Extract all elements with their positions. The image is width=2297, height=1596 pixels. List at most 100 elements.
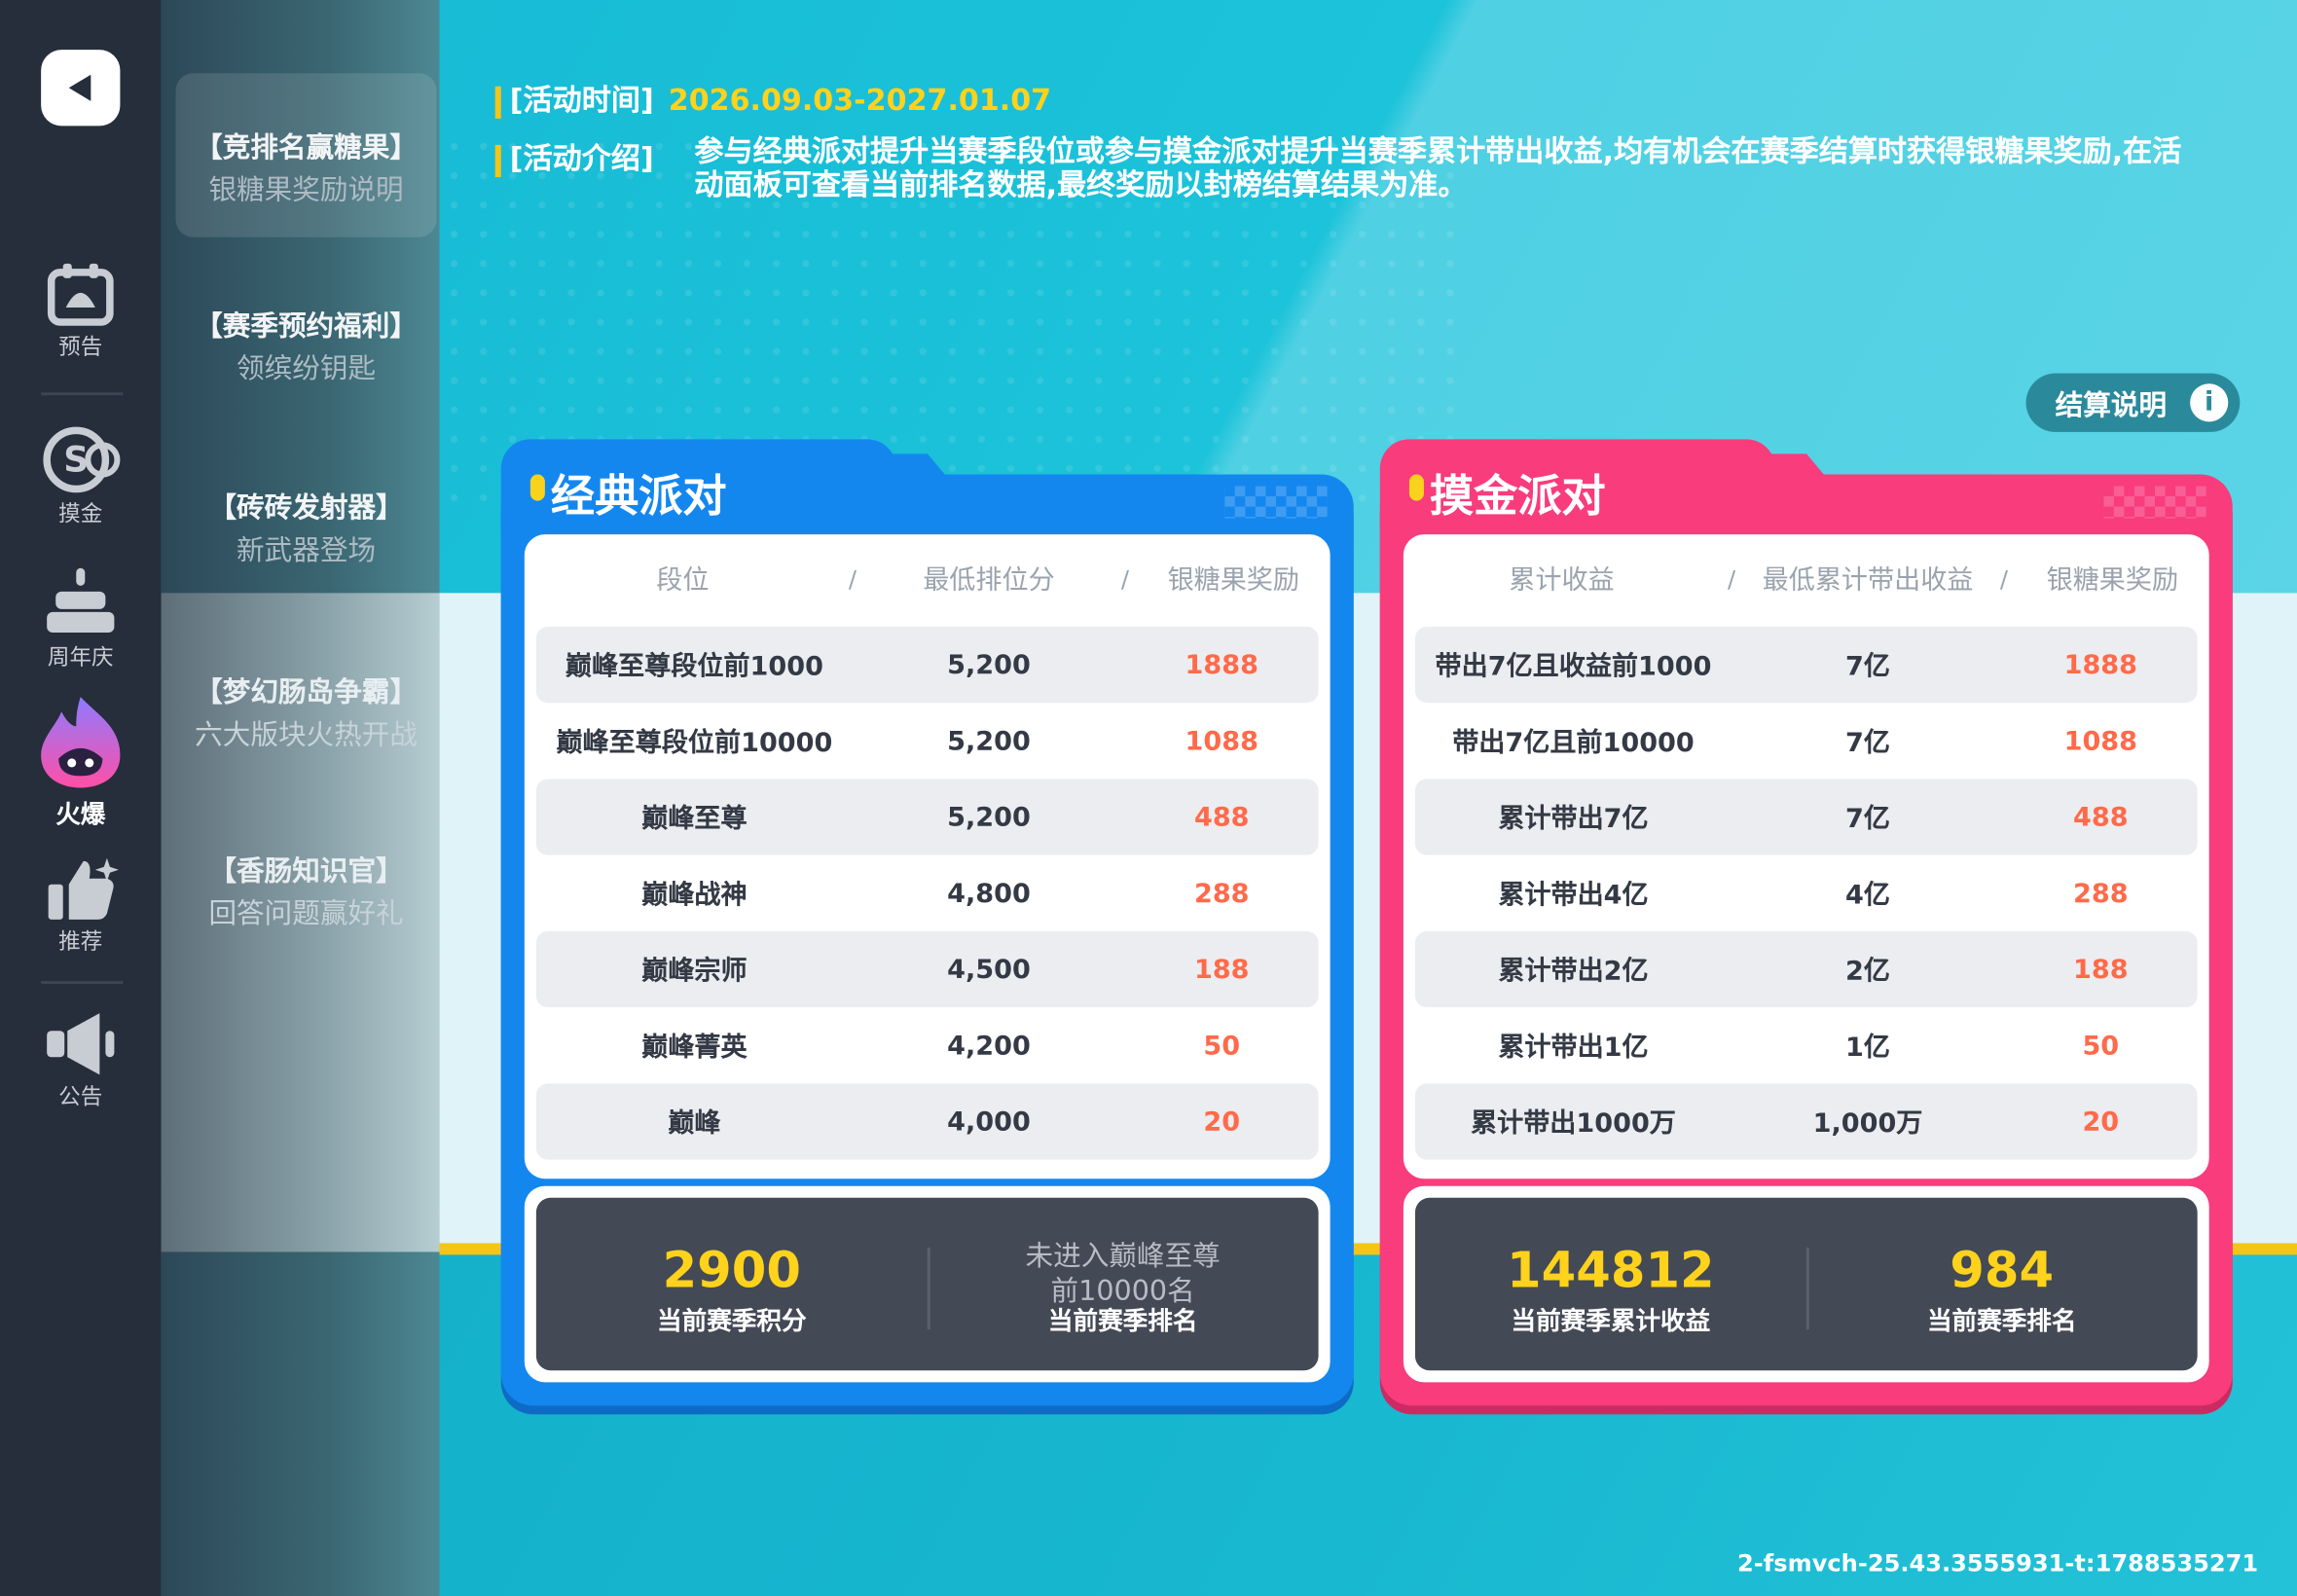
- checker-pattern: [2103, 486, 2206, 519]
- cell-min-earnings: 7亿: [1845, 804, 1890, 835]
- info-accent-bar: [494, 86, 501, 119]
- header-divider: /: [1999, 564, 2009, 593]
- table-row: 巅峰宗师 4,500 188: [535, 930, 1319, 1008]
- current-score: 2900 当前赛季积分: [536, 1198, 928, 1371]
- cell-rank: 巅峰菁英: [641, 1032, 747, 1064]
- nav-item-anniversary[interactable]: 周年庆: [0, 565, 162, 672]
- version-string: 2-fsmvch-25.43.3555931-t:1788535271: [1737, 1548, 2259, 1578]
- nav-label-hot: 火爆: [55, 801, 106, 831]
- table-row: 巅峰菁英 4,200 50: [536, 1007, 1319, 1083]
- header-earnings: 累计收益: [1509, 564, 1615, 597]
- activity-time-value: 2026.09.03-2027.01.07: [668, 82, 1052, 118]
- table-header: 累计收益 / 最低累计带出收益 / 银糖果奖励: [1404, 534, 2209, 622]
- cell-reward: 1088: [2063, 725, 2138, 757]
- back-arrow-icon: [68, 74, 91, 101]
- submenu-item-brick-launcher[interactable]: 【砖砖发射器】 新武器登场: [176, 487, 437, 568]
- nav-label-announcement: 公告: [58, 1083, 103, 1110]
- table-row: 累计带出7亿 7亿 488: [1414, 779, 2198, 855]
- table-header: 段位 / 最低排位分 / 银糖果奖励: [525, 534, 1331, 622]
- current-earnings-label: 当前赛季累计收益: [1511, 1307, 1711, 1337]
- submenu-item-season-reserve[interactable]: 【赛季预约福利】 领缤纷钥匙: [176, 305, 437, 386]
- cell-tier: 累计带出1亿: [1498, 1032, 1649, 1064]
- cell-min-score: 4,500: [947, 954, 1031, 985]
- submenu-item-dream-island[interactable]: 【梦幻肠岛争霸】 六大版块火热开战: [176, 671, 437, 752]
- submenu-item-rank-candy[interactable]: 【竞排名赢糖果】 银糖果奖励说明: [175, 73, 437, 237]
- submenu-item-quiz[interactable]: 【香肠知识官】 回答问题赢好礼: [176, 850, 437, 931]
- cell-reward: 1888: [1185, 649, 1258, 680]
- cell-min-score: 5,200: [947, 725, 1031, 757]
- back-button[interactable]: [41, 50, 121, 127]
- classic-party-panel: 经典派对 段位 / 最低排位分 / 银糖果奖励 巅峰至尊段位前1000 5,200…: [500, 439, 1354, 1406]
- cell-min-score: 5,200: [947, 801, 1031, 833]
- gold-summary: 144812 当前赛季累计收益 984 当前赛季排名: [1403, 1185, 2209, 1383]
- nav-label-preview: 预告: [58, 334, 103, 361]
- table-body: 巅峰至尊段位前1000 5,200 1888 巅峰至尊段位前10000 5,200 10…: [535, 626, 1319, 1160]
- coin-icon: S: [43, 426, 121, 493]
- cell-reward: 1088: [1185, 725, 1258, 757]
- current-rank-status-line1: 未进入巅峰至尊: [1025, 1240, 1221, 1273]
- cell-min-earnings: 7亿: [1845, 727, 1890, 759]
- cell-min-earnings: 2亿: [1845, 956, 1890, 988]
- cake-icon: [47, 567, 115, 633]
- cell-rank: 巅峰至尊: [641, 804, 747, 835]
- current-rank-value: 984: [1950, 1241, 2055, 1301]
- classic-party-title: 经典派对: [550, 471, 727, 524]
- cell-reward: 20: [2082, 1106, 2120, 1138]
- current-rank-label: 当前赛季排名: [1926, 1307, 2077, 1337]
- cell-rank: 巅峰: [668, 1107, 721, 1140]
- cell-min-score: 4,200: [947, 1030, 1031, 1062]
- header-reward: 银糖果奖励: [2046, 564, 2179, 597]
- cell-min-score: 4,800: [947, 877, 1031, 909]
- cell-tier: 带出7亿且收益前1000: [1435, 651, 1712, 683]
- info-icon: i: [2190, 383, 2229, 422]
- current-earnings-value: 144812: [1507, 1241, 1715, 1301]
- current-rank-label: 当前赛季排名: [1047, 1307, 1198, 1337]
- cell-min-score: 4,000: [947, 1106, 1031, 1138]
- nav-item-mojin[interactable]: S 摸金: [0, 421, 162, 528]
- table-row: 巅峰 4,000 20: [535, 1083, 1319, 1160]
- cell-min-earnings: 7亿: [1845, 651, 1890, 683]
- current-score-value: 2900: [662, 1241, 802, 1301]
- table-row: 累计带出4亿 4亿 288: [1415, 855, 2198, 931]
- submenu-subtitle: 银糖果奖励说明: [208, 174, 404, 207]
- nav-item-hot[interactable]: 火爆: [0, 694, 162, 830]
- nav-item-recommend[interactable]: 推荐: [0, 855, 162, 957]
- cell-tier: 带出7亿且前10000: [1452, 727, 1695, 759]
- settlement-info-button[interactable]: 结算说明 i: [2025, 373, 2241, 432]
- gold-party-title: 摸金派对: [1429, 471, 1606, 524]
- table-body: 带出7亿且收益前1000 7亿 1888 带出7亿且前10000 7亿 1088 累计带…: [1414, 626, 2198, 1160]
- megaphone-icon: [47, 1013, 115, 1075]
- cell-min-earnings: 1亿: [1845, 1032, 1890, 1064]
- current-rank-status: 未进入巅峰至尊 前10000名: [928, 1239, 1319, 1309]
- cell-min-earnings: 1,000万: [1812, 1107, 1923, 1140]
- calendar-icon: [47, 263, 114, 326]
- checker-pattern: [1224, 486, 1328, 519]
- table-row: 巅峰至尊段位前10000 5,200 1088: [536, 703, 1319, 779]
- cell-tier: 累计带出2亿: [1498, 956, 1649, 988]
- header-divider: /: [1120, 564, 1129, 593]
- current-score-label: 当前赛季积分: [657, 1307, 807, 1337]
- cell-reward: 20: [1203, 1106, 1241, 1138]
- activity-time: [活动时间] 2026.09.03-2027.01.07: [494, 76, 1052, 119]
- table-row: 累计带出2亿 2亿 188: [1414, 930, 2198, 1008]
- settlement-info-label: 结算说明: [2055, 388, 2168, 421]
- table-row: 巅峰至尊 5,200 488: [535, 779, 1319, 855]
- cell-tier: 累计带出4亿: [1498, 880, 1649, 911]
- thumbs-up-icon: [48, 857, 119, 920]
- title-marker: [529, 474, 545, 501]
- table-row: 带出7亿且前10000 7亿 1088: [1415, 703, 2198, 779]
- nav-label-mojin: 摸金: [58, 500, 103, 527]
- header-reward: 银糖果奖励: [1167, 564, 1300, 597]
- submenu-title: 【香肠知识官】: [208, 854, 404, 888]
- nav-label-recommend: 推荐: [58, 927, 103, 955]
- classic-reward-table: 段位 / 最低排位分 / 银糖果奖励 巅峰至尊段位前1000 5,200 1888 …: [524, 534, 1331, 1179]
- cell-rank: 巅峰至尊段位前1000: [565, 651, 823, 683]
- current-rank: 984 当前赛季排名: [1806, 1198, 2198, 1371]
- flame-mascot-icon: [41, 697, 121, 788]
- title-marker: [1408, 474, 1424, 501]
- nav-item-announcement[interactable]: 公告: [0, 1010, 162, 1111]
- cell-reward: 488: [2073, 801, 2129, 833]
- header-divider: /: [1727, 564, 1736, 593]
- left-nav: 预告 S 摸金 周年庆 火爆 推荐 公告: [0, 0, 162, 1596]
- nav-item-preview[interactable]: 预告: [0, 261, 162, 362]
